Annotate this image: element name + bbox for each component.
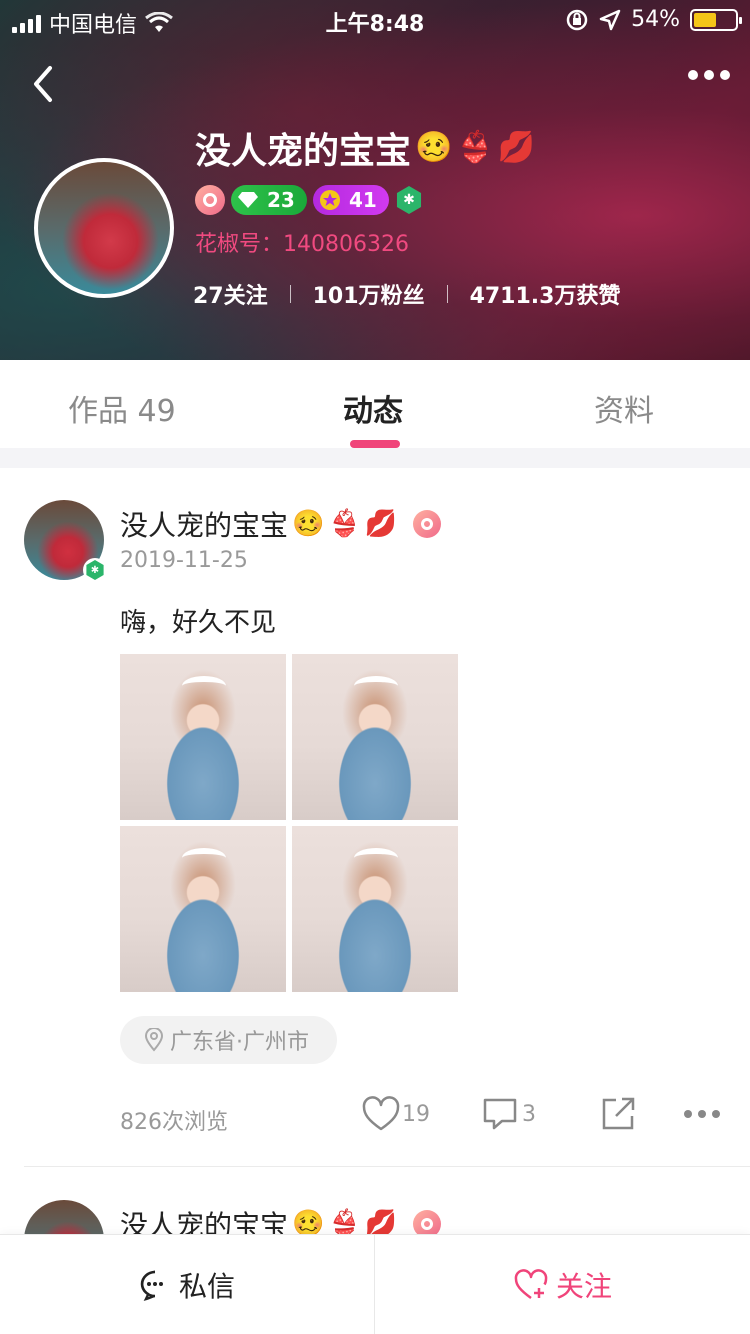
location-arrow-icon [599,9,621,30]
fans-count[interactable]: 101万粉丝 [313,278,425,310]
chevron-left-icon [34,66,52,102]
message-label: 私信 [178,1270,235,1303]
bikini-emoji: 👙 [456,130,494,165]
follow-label: 关注 [555,1270,612,1303]
share-button[interactable] [600,1096,636,1138]
bottom-bar-separator [374,1235,375,1334]
back-button[interactable] [28,64,64,104]
status-bar: 中国电信 上午8:48 54% [0,0,750,40]
verified-hex-icon: ✱ [396,186,422,214]
post-text: 嗨，好久不见 [120,608,277,638]
bottom-action-bar: 私信 关注 [0,1234,750,1334]
profile-tabs: 作品 49 动态 资料 [0,360,750,448]
post-image[interactable] [120,654,286,820]
kiss-mark-emoji: 💋 [497,130,536,165]
anchor-level-badge[interactable]: 41 [313,185,389,215]
location-label: 广东省·广州市 [170,1030,309,1055]
post-image[interactable] [292,654,458,820]
post-image[interactable] [292,826,458,992]
verified-badge: ✱ [83,558,107,582]
profile-badges: 23 41 ✱ [195,185,423,215]
post-image[interactable] [120,826,286,992]
heart-icon [362,1096,400,1131]
profile-name: 没人宠的宝宝 🥴 👙 💋 [195,122,535,174]
likes-count: 4711.3万获赞 [469,284,621,309]
message-button[interactable]: 私信 [0,1235,374,1334]
profile-avatar[interactable] [34,158,174,298]
follow-button[interactable]: 关注 [376,1235,750,1334]
post-date: 2019-11-25 [120,548,248,573]
gender-female-icon [413,510,442,538]
gender-female-icon [195,185,225,215]
kiss-mark-emoji: 💋 [364,509,398,539]
post-image-grid [120,654,458,992]
post-divider [24,1166,750,1167]
share-icon [602,1097,635,1130]
post-author-name[interactable]: 没人宠的宝宝 🥴 👙 💋 [120,504,442,544]
view-count: 826次浏览 [120,1110,228,1135]
huajiao-id: 花椒号：140806326 [195,232,409,257]
comment-button[interactable]: 3 [482,1096,536,1132]
profile-header: 中国电信 上午8:48 54% 没人宠的宝宝 🥴 👙 💋 23 41 ✱ 花椒号… [0,0,750,360]
location-pin-icon [144,1028,164,1052]
comment-count: 3 [522,1101,536,1127]
post-footer: 826次浏览 19 3 [120,1096,730,1136]
orientation-lock-icon [566,9,588,30]
battery-percent: 54% [631,7,680,32]
chat-bubble-icon [140,1270,163,1301]
section-gap [0,448,750,468]
battery-icon [690,8,742,31]
tab-info[interactable]: 资料 [594,386,654,430]
tab-active-indicator [350,440,400,448]
woozy-face-emoji: 🥴 [292,509,325,539]
comment-icon [483,1098,517,1130]
profile-name-text: 没人宠的宝宝 [195,131,412,172]
location-tag[interactable]: 广东省·广州市 [120,1016,337,1064]
wealth-level-badge[interactable]: 23 [231,185,307,215]
like-count: 19 [402,1101,430,1127]
star-crown-icon [320,190,340,210]
profile-stats: 27关注 101万粉丝 4711.3万获赞 [193,278,620,310]
tab-moments[interactable]: 动态 [343,386,403,430]
tab-works[interactable]: 作品 49 [68,386,176,430]
diamond-icon [238,192,258,208]
more-options-button[interactable] [688,70,730,80]
heart-plus-icon [514,1269,548,1300]
like-button[interactable]: 19 [362,1096,430,1132]
bikini-emoji: 👙 [328,509,361,539]
following-count[interactable]: 27关注 [193,278,268,310]
woozy-face-emoji: 🥴 [415,130,453,165]
post-more-button[interactable] [684,1110,720,1118]
